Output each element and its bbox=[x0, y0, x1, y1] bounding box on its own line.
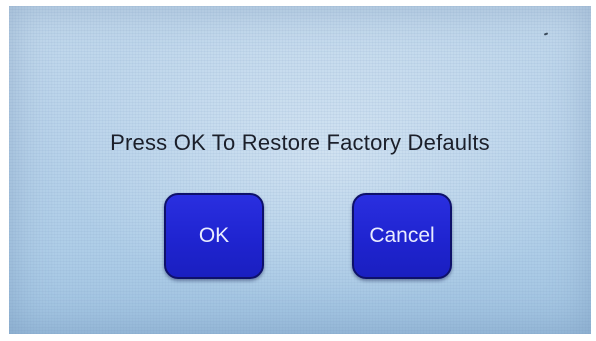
confirmation-message: Press OK To Restore Factory Defaults bbox=[110, 130, 490, 155]
cancel-button[interactable]: Cancel bbox=[352, 193, 452, 279]
ok-button[interactable]: OK bbox=[164, 193, 264, 279]
screen-speck bbox=[543, 32, 549, 36]
touchscreen-display: Press OK To Restore Factory Defaults OK … bbox=[9, 6, 591, 334]
device-bezel: Press OK To Restore Factory Defaults OK … bbox=[0, 0, 596, 341]
cancel-button-label: Cancel bbox=[369, 224, 435, 247]
ok-button-label: OK bbox=[198, 224, 230, 247]
